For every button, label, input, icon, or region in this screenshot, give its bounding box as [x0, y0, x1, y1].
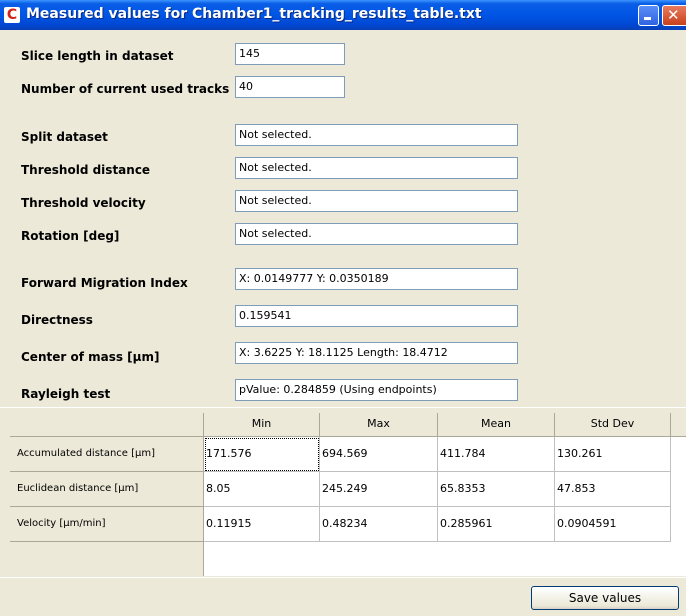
title-bar[interactable]: C Measured values for Chamber1_tracking_…: [0, 0, 686, 30]
label-split-dataset: Split dataset: [21, 130, 108, 144]
forward-migration-index-field[interactable]: X: 0.0149777 Y: 0.0350189: [235, 268, 518, 290]
label-threshold-velocity: Threshold velocity: [21, 196, 146, 210]
header-filler: [671, 413, 686, 436]
table-cell[interactable]: 130.261: [555, 437, 671, 472]
close-button[interactable]: ✕: [662, 5, 686, 26]
threshold-velocity-field[interactable]: Not selected.: [235, 190, 518, 212]
table-cell[interactable]: 65.8353: [438, 472, 555, 507]
column-header-min[interactable]: Min: [204, 413, 320, 436]
table-cell[interactable]: 411.784: [438, 437, 555, 472]
directness-field[interactable]: 0.159541: [235, 305, 518, 327]
label-rayleigh-test: Rayleigh test: [21, 387, 111, 401]
divider: [0, 577, 686, 578]
column-header-mean[interactable]: Mean: [438, 413, 555, 436]
table-cell[interactable]: 0.285961: [438, 507, 555, 542]
label-threshold-distance: Threshold distance: [21, 163, 151, 177]
label-center-of-mass: Center of mass [µm]: [21, 350, 160, 364]
table-row-header: Accumulated distance [µm]: [10, 437, 204, 472]
label-directness: Directness: [21, 313, 93, 327]
corner-header: [10, 413, 204, 436]
table-cell[interactable]: 47.853: [555, 472, 671, 507]
label-forward-migration-index: Forward Migration Index: [21, 276, 188, 290]
label-rotation: Rotation [deg]: [21, 229, 120, 243]
table-cell[interactable]: 0.0904591: [555, 507, 671, 542]
table-header: Min Max Mean Std Dev: [10, 413, 686, 437]
column-header-std-dev[interactable]: Std Dev: [555, 413, 671, 436]
rotation-field[interactable]: Not selected.: [235, 223, 518, 245]
window-title: Measured values for Chamber1_tracking_re…: [26, 6, 482, 22]
minimize-button[interactable]: [638, 5, 659, 26]
label-slice-length: Slice length in dataset: [21, 49, 174, 63]
divider: [0, 407, 686, 408]
threshold-distance-field[interactable]: Not selected.: [235, 157, 518, 179]
column-header-max[interactable]: Max: [320, 413, 438, 436]
app-icon: C: [4, 7, 20, 23]
table-cell[interactable]: 694.569: [320, 437, 438, 472]
table-cell[interactable]: 8.05: [204, 472, 320, 507]
center-of-mass-field[interactable]: X: 3.6225 Y: 18.1125 Length: 18.4712: [235, 342, 518, 364]
table-cell[interactable]: 0.11915: [204, 507, 320, 542]
rayleigh-test-field[interactable]: pValue: 0.284859 (Using endpoints): [235, 379, 518, 401]
split-dataset-field[interactable]: Not selected.: [235, 124, 518, 146]
table-row-header: Euclidean distance [µm]: [10, 472, 204, 507]
table-cell[interactable]: 171.576: [204, 437, 320, 472]
table-row-header: Velocity [µm/min]: [10, 507, 204, 542]
table-cell[interactable]: 0.48234: [320, 507, 438, 542]
measured-values-window: C Measured values for Chamber1_tracking_…: [0, 0, 686, 616]
save-values-button[interactable]: Save values: [531, 586, 679, 610]
label-used-tracks: Number of current used tracks: [21, 82, 230, 96]
used-tracks-field[interactable]: 40: [235, 76, 345, 98]
statistics-table[interactable]: Min Max Mean Std Dev Accumulated distanc…: [10, 413, 686, 576]
table-cell[interactable]: 245.249: [320, 472, 438, 507]
row-header-filler: [10, 542, 204, 576]
slice-length-field[interactable]: 145: [235, 43, 345, 65]
